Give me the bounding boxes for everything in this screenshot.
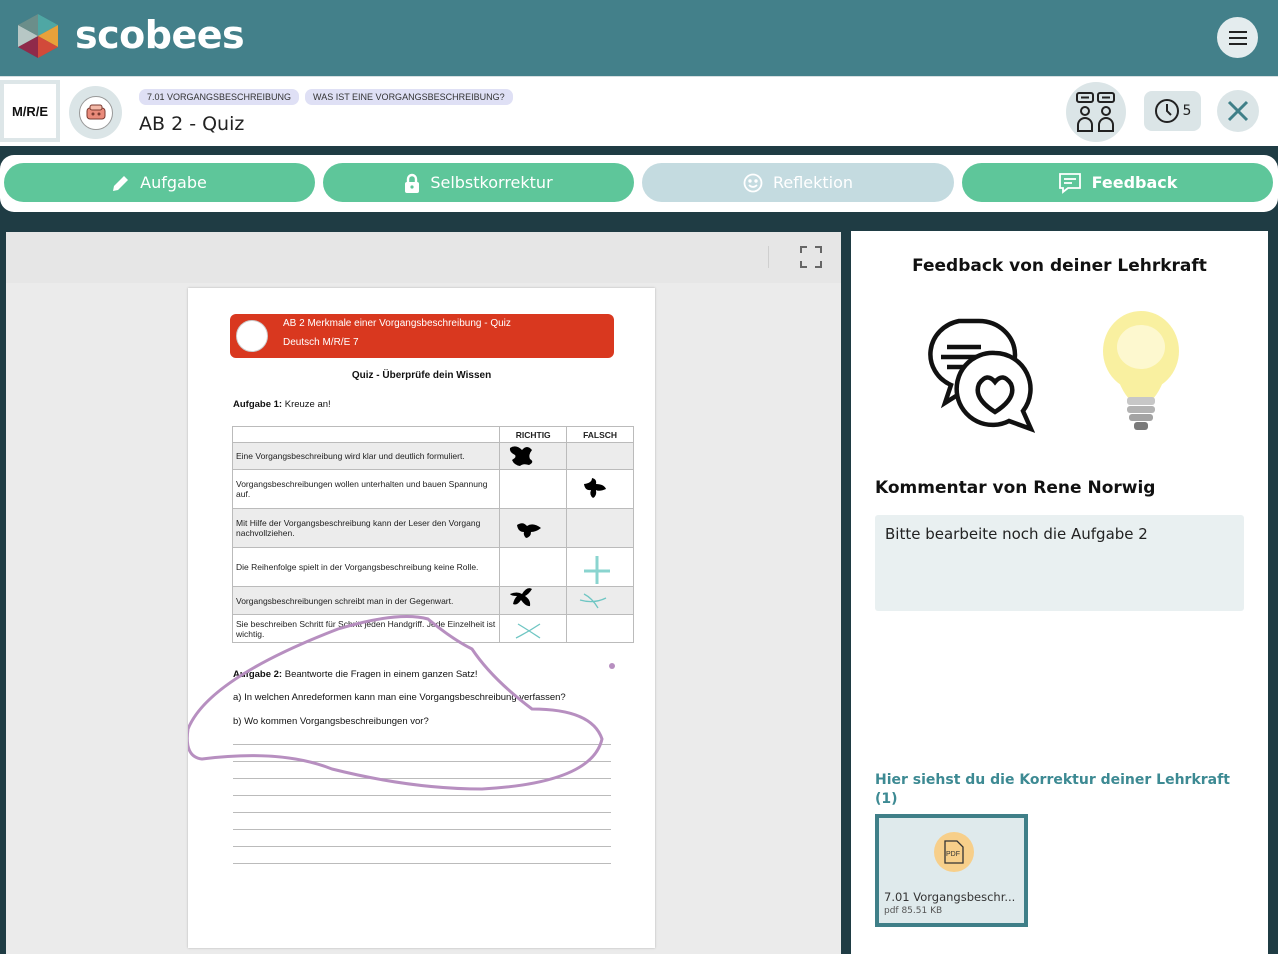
answer-lines: [233, 744, 611, 880]
answer-cell[interactable]: [566, 614, 634, 643]
quiz-title: Quiz - Überprüfe dein Wissen: [351, 370, 492, 381]
statement: Vorgangsbeschreibungen schreibt man in d…: [231, 586, 501, 615]
table-row: Eine Vorgangsbeschreibung wird klar und …: [231, 442, 634, 470]
table-row: Vorgangsbeschreibungen wollen unterhalte…: [231, 469, 634, 509]
statement: Die Reihenfolge spielt in der Vorgangsbe…: [231, 547, 501, 587]
correction-file-card[interactable]: PDF 7.01 Vorgangsbeschr... pdf 85.51 KB: [875, 814, 1028, 927]
tab-aufgabe-label: Aufgabe: [140, 173, 207, 192]
table-row: Die Reihenfolge spielt in der Vorgangsbe…: [231, 547, 634, 587]
pdf-icon-label: PDF: [946, 851, 960, 858]
statement: Mit Hilfe der Vorgangsbeschreibung kann …: [231, 508, 501, 548]
app-brand: scobees: [75, 13, 245, 57]
lightbulb-icon: [1103, 311, 1179, 430]
worksheet-header: AB 2 Merkmale einer Vorgangsbeschreibung…: [230, 314, 614, 358]
feedback-panel: Feedback von deiner Lehrkraft Kommentar …: [851, 231, 1268, 954]
lock-icon: [405, 173, 420, 193]
answer-cell[interactable]: [499, 614, 568, 643]
table-row: Sie beschreiben Schritt für Schritt jede…: [231, 614, 634, 643]
tab-feedback-label: Feedback: [1091, 173, 1178, 192]
table-row: Mit Hilfe der Vorgangsbeschreibung kann …: [231, 508, 634, 548]
task-header: M/R/E 7.01 VORGANGSBESCHREIBUNG WAS IST …: [0, 76, 1278, 146]
answer-cell[interactable]: [499, 469, 568, 509]
top-bar: scobees: [0, 0, 1278, 76]
page-title: AB 2 - Quiz: [139, 113, 245, 135]
group-chat-icon: [1076, 92, 1115, 132]
scobees-logo: [18, 14, 58, 58]
correction-link[interactable]: Hier siehst du die Korrektur deiner Lehr…: [875, 771, 1245, 809]
course-icon: [86, 104, 105, 119]
answer-cell[interactable]: [499, 508, 568, 548]
statement: Vorgangsbeschreibungen wollen unterhalte…: [231, 469, 501, 509]
worksheet-subject: Deutsch M/R/E 7: [283, 337, 359, 348]
answer-cell[interactable]: [566, 586, 634, 615]
task-tabs: Aufgabe Selbstkorrektur Reflektion Feedb…: [0, 155, 1278, 212]
close-button[interactable]: [1217, 90, 1259, 132]
clock-icon: [1154, 99, 1179, 123]
breadcrumb-topic[interactable]: 7.01 VORGANGSBESCHREIBUNG: [139, 89, 300, 105]
statement: Sie beschreiben Schritt für Schritt jede…: [231, 614, 501, 643]
subject-badge[interactable]: M/R/E: [0, 80, 60, 142]
pencil-icon: [113, 175, 129, 191]
worksheet-title: AB 2 Merkmale einer Vorgangsbeschreibung…: [283, 318, 511, 329]
time-count: 5: [1182, 103, 1192, 119]
file-meta: pdf 85.51 KB: [884, 906, 943, 916]
chat-heart-icon: [928, 318, 1035, 433]
course-avatar[interactable]: [69, 86, 122, 139]
answer-cell[interactable]: [499, 442, 568, 470]
pdf-icon: PDF: [934, 832, 974, 872]
answer-cell[interactable]: [499, 547, 568, 587]
tab-selbstkorrektur-label: Selbstkorrektur: [430, 173, 553, 192]
viewer-toolbar: [6, 232, 841, 283]
smiley-icon: [743, 173, 763, 192]
group-work-button[interactable]: [1066, 82, 1126, 142]
time-tracker-button[interactable]: 5: [1144, 91, 1201, 131]
comment-icon: [1058, 172, 1081, 194]
fullscreen-icon[interactable]: [800, 246, 822, 268]
tab-reflektion[interactable]: Reflektion: [642, 163, 954, 202]
question-b: b) Wo kommen Vorgangsbeschreibungen vor?: [233, 716, 429, 727]
teacher-comment: Bitte bearbeite noch die Aufgabe 2: [875, 515, 1244, 611]
tab-feedback[interactable]: Feedback: [962, 163, 1273, 202]
close-icon: [1227, 100, 1249, 122]
answer-cell[interactable]: [566, 442, 634, 470]
task1-heading: Aufgabe 1: Kreuze an!: [233, 399, 331, 410]
breadcrumb: 7.01 VORGANGSBESCHREIBUNG WAS IST EINE V…: [139, 89, 513, 105]
answer-cell[interactable]: [499, 586, 568, 615]
school-seal-icon: [236, 320, 268, 352]
col-richtig: RICHTIG: [499, 426, 568, 443]
document-viewer[interactable]: AB 2 Merkmale einer Vorgangsbeschreibung…: [6, 232, 841, 954]
task2-heading: Aufgabe 2: Beantworte die Fragen in eine…: [233, 669, 478, 680]
question-a: a) In welchen Anredeformen kann man eine…: [233, 692, 566, 703]
answer-cell[interactable]: [566, 547, 634, 587]
quiz-table: RICHTIG FALSCH Eine Vorgangsbeschreibung…: [231, 426, 634, 643]
worksheet-page: AB 2 Merkmale einer Vorgangsbeschreibung…: [188, 288, 655, 948]
breadcrumb-lesson[interactable]: WAS IST EINE VORGANGSBESCHREIBUNG?: [305, 89, 513, 105]
table-row: Vorgangsbeschreibungen schreibt man in d…: [231, 586, 634, 615]
menu-button[interactable]: [1217, 17, 1258, 58]
toolbar-divider: [768, 246, 769, 268]
tab-reflektion-label: Reflektion: [772, 173, 854, 192]
hamburger-icon: [1228, 30, 1247, 45]
tab-selbstkorrektur[interactable]: Selbstkorrektur: [323, 163, 634, 202]
tab-aufgabe[interactable]: Aufgabe: [4, 163, 315, 202]
file-name: 7.01 Vorgangsbeschr...: [884, 890, 1016, 904]
col-falsch: FALSCH: [566, 426, 634, 443]
comment-title: Kommentar von Rene Norwig: [875, 478, 1156, 498]
feedback-title: Feedback von deiner Lehrkraft: [912, 256, 1207, 276]
statement: Eine Vorgangsbeschreibung wird klar und …: [231, 442, 501, 470]
answer-cell[interactable]: [566, 469, 634, 509]
answer-cell[interactable]: [566, 508, 634, 548]
